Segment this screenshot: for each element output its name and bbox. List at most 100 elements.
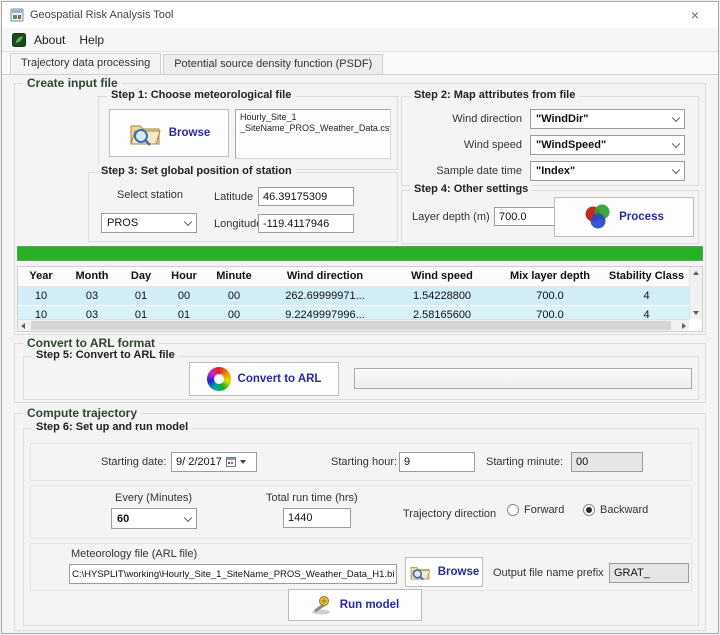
total-run-time-field[interactable] — [283, 508, 351, 528]
grid-cell: 01 — [120, 306, 162, 319]
backward-radio-label: Backward — [600, 504, 648, 516]
convert-to-arl-button[interactable]: Convert to ARL — [189, 362, 339, 396]
wind-speed-value: "WindSpeed" — [536, 139, 606, 151]
compute-trajectory-group: Compute trajectory Step 6: Set up and ru… — [14, 413, 706, 631]
step4-group: Step 4: Other settings Layer depth (m) P… — [401, 190, 699, 244]
chevron-down-icon — [672, 114, 680, 122]
grid-header-cell[interactable]: Year — [18, 267, 64, 286]
wind-direction-value: "WindDir" — [536, 113, 589, 125]
grid-header-cell[interactable]: Day — [120, 267, 162, 286]
start-datetime-panel: Starting date: 9/ 2/2017 Starting hour: … — [30, 443, 692, 481]
grid-header-cell[interactable]: Stability Class — [604, 267, 689, 286]
color-wheel-icon — [207, 367, 231, 391]
grid-header-cell[interactable]: Minute — [206, 267, 262, 286]
grid-header-cell[interactable]: Wind direction — [262, 267, 388, 286]
grid-cell: 700.0 — [496, 306, 604, 319]
grid-cell: 4 — [604, 287, 689, 305]
grid-header-row: YearMonthDayHourMinuteWind directionWind… — [18, 267, 689, 287]
output-prefix-field[interactable] — [609, 563, 689, 583]
title-bar: Geospatial Risk Analysis Tool × — [2, 2, 718, 28]
chevron-down-icon — [184, 513, 192, 521]
tab-page: Create input file Step 1: Choose meteoro… — [2, 74, 718, 633]
grid-header-cell[interactable]: Hour — [162, 267, 206, 286]
meteo-file-name-box[interactable]: Hourly_Site_1 _SiteName_PROS_Weather_Dat… — [235, 109, 391, 159]
chevron-down-icon — [672, 140, 680, 148]
menu-about[interactable]: About — [30, 31, 75, 49]
grid-cell: 01 — [120, 287, 162, 305]
scroll-left-icon[interactable] — [21, 323, 25, 329]
scroll-right-icon[interactable] — [682, 323, 686, 329]
create-input-file-title: Create input file — [23, 76, 122, 90]
chevron-down-icon — [184, 218, 192, 226]
met-file-label: Meteorology file (ARL file) — [71, 548, 197, 560]
step2-title: Step 2: Map attributes from file — [410, 89, 579, 101]
grid-body: 1003010000262.69999971...1.54228800700.0… — [18, 287, 689, 319]
scrollbar-thumb[interactable] — [31, 321, 671, 330]
close-icon[interactable]: × — [682, 5, 708, 25]
grid-horizontal-scrollbar[interactable] — [18, 319, 689, 331]
sample-date-time-value: "Index" — [536, 165, 575, 177]
grid-row[interactable]: 10030101009.2249997996...2.58165600700.0… — [18, 306, 689, 319]
grid-header-cell[interactable]: Mix layer depth — [496, 267, 604, 286]
total-run-time-label: Total run time (hrs) — [266, 492, 358, 504]
met-file-path-field[interactable] — [69, 564, 397, 584]
starting-date-label: Starting date: — [101, 456, 166, 468]
scroll-up-icon[interactable] — [693, 271, 699, 275]
starting-date-picker[interactable]: 9/ 2/2017 — [171, 452, 257, 472]
wind-speed-label: Wind speed — [402, 139, 522, 151]
grid-row[interactable]: 1003010000262.69999971...1.54228800700.0… — [18, 287, 689, 306]
step1-title: Step 1: Choose meteorological file — [107, 89, 295, 101]
window-title: Geospatial Risk Analysis Tool — [30, 9, 173, 21]
backward-radio[interactable]: Backward — [583, 504, 648, 516]
convert-to-arl-label: Convert to ARL — [238, 373, 322, 385]
meteo-file-name-line1: Hourly_Site_1 — [240, 112, 386, 123]
grid-header-cell[interactable]: Month — [64, 267, 120, 286]
radio-icon[interactable] — [507, 504, 519, 516]
wind-direction-label: Wind direction — [402, 113, 522, 125]
longitude-field[interactable] — [258, 214, 354, 233]
grid-vertical-scrollbar[interactable] — [689, 267, 702, 319]
grid-cell: 1.54228800 — [388, 287, 496, 305]
starting-hour-field[interactable] — [399, 452, 475, 472]
tab-trajectory-data-processing[interactable]: Trajectory data processing — [10, 53, 161, 74]
chevron-down-icon — [672, 166, 680, 174]
grid-cell: 2.58165600 — [388, 306, 496, 319]
grid-cell: 00 — [162, 287, 206, 305]
sample-date-time-select[interactable]: "Index" — [530, 161, 685, 181]
latitude-field[interactable] — [258, 187, 354, 206]
convert-arl-group: Convert to ARL format Step 5: Convert to… — [14, 343, 706, 403]
starting-date-value: 9/ 2/2017 — [176, 456, 222, 468]
layer-depth-label: Layer depth (m) — [412, 211, 490, 223]
step1-browse-button[interactable]: Browse — [109, 109, 229, 157]
folder-search-icon — [128, 119, 162, 147]
calendar-icon — [226, 457, 236, 467]
step3-title: Step 3: Set global position of station — [97, 165, 296, 177]
step6-title: Step 6: Set up and run model — [32, 421, 192, 433]
every-minutes-select[interactable]: 60 — [111, 508, 197, 529]
menu-bar: About Help — [2, 28, 718, 52]
grid-cell: 10 — [18, 306, 64, 319]
forward-radio[interactable]: Forward — [507, 504, 564, 516]
run-model-button[interactable]: Run model — [288, 589, 422, 621]
run-settings-panel: Every (Minutes) 60 Total run time (hrs) … — [30, 485, 692, 539]
scroll-down-icon[interactable] — [693, 311, 699, 315]
grid-header-cell[interactable]: Wind speed — [388, 267, 496, 286]
wind-speed-select[interactable]: "WindSpeed" — [530, 135, 685, 155]
process-button[interactable]: Process — [554, 197, 694, 237]
step4-title: Step 4: Other settings — [410, 183, 532, 195]
radio-icon[interactable] — [583, 504, 595, 516]
wind-direction-select[interactable]: "WindDir" — [530, 109, 685, 129]
step1-group: Step 1: Choose meteorological file Brows… — [98, 96, 398, 170]
menu-help[interactable]: Help — [75, 31, 114, 49]
starting-minute-field[interactable] — [571, 452, 643, 472]
app-icon — [10, 8, 24, 22]
grid-cell: 03 — [64, 287, 120, 305]
sample-date-time-label: Sample date time — [402, 165, 522, 177]
grid-cell: 10 — [18, 287, 64, 305]
station-select[interactable]: PROS — [101, 213, 197, 233]
tab-psdf[interactable]: Potential source density function (PSDF) — [163, 54, 383, 74]
arl-browse-button[interactable]: Browse — [405, 557, 483, 587]
grid-cell: 03 — [64, 306, 120, 319]
station-value: PROS — [107, 217, 138, 229]
step2-group: Step 2: Map attributes from file Wind di… — [401, 96, 699, 186]
